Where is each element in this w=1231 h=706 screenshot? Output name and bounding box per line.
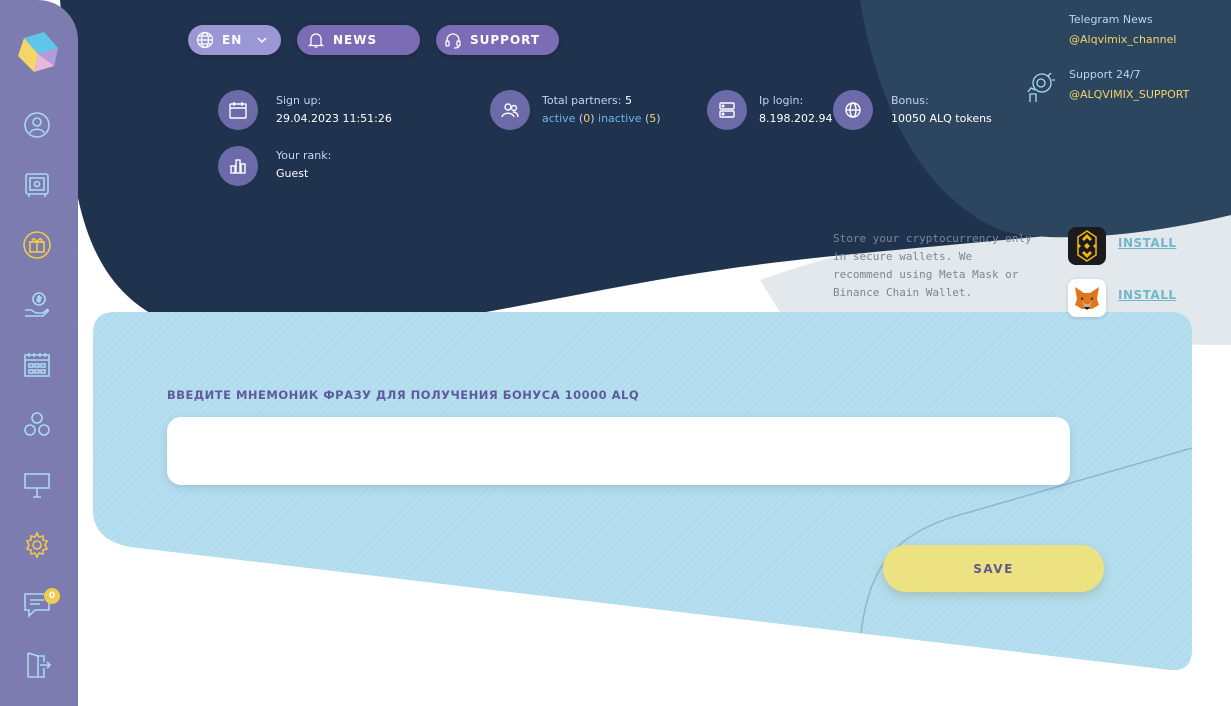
gift-icon[interactable]: [22, 230, 52, 260]
telegram-link[interactable]: @Alqvimix_channel: [1069, 33, 1176, 46]
partners-total: Total partners: 5: [542, 94, 632, 107]
partners-info-icon: [490, 90, 530, 130]
globe-icon: [196, 31, 214, 49]
bonus-value: 10050 ALQ tokens: [891, 112, 992, 125]
partners-breakdown: active (0) inactive (5): [542, 112, 661, 125]
metamask-install-link[interactable]: INSTALL: [1118, 288, 1176, 302]
language-value: EN: [222, 33, 243, 47]
news-label: NEWS: [333, 33, 378, 47]
rank-info-icon: [218, 146, 258, 186]
signup-label: Sign up:: [276, 94, 322, 107]
partners-count: 5: [624, 94, 632, 107]
mnemonic-input[interactable]: [167, 417, 1070, 485]
mnemonic-label: ВВЕДИТЕ МНЕМОНИК ФРАЗУ ДЛЯ ПОЛУЧЕНИЯ БОН…: [167, 388, 640, 402]
binance-wallet-icon: [1068, 227, 1106, 265]
support-link[interactable]: @ALQVIMIX_SUPPORT: [1069, 88, 1189, 101]
partners-label: Total partners:: [542, 94, 622, 107]
news-button[interactable]: NEWS: [297, 25, 420, 55]
signup-value: 29.04.2023 11:51:26: [276, 112, 392, 125]
safe-icon[interactable]: [22, 170, 52, 200]
support-title: Support 24/7: [1069, 68, 1141, 81]
calendar-icon[interactable]: [22, 350, 52, 380]
logout-icon[interactable]: [22, 650, 52, 680]
rank-value: Guest: [276, 167, 309, 180]
dollar-hand-icon[interactable]: [22, 290, 52, 320]
ip-value: 8.198.202.94: [759, 112, 833, 125]
support-agent-icon: [1027, 72, 1055, 102]
rank-label: Your rank:: [276, 149, 332, 162]
telegram-title: Telegram News: [1069, 13, 1153, 26]
globe-info-icon: [833, 90, 873, 130]
bonus-label: Bonus:: [891, 94, 929, 107]
server-info-icon: [707, 90, 747, 130]
active-label: active: [542, 112, 576, 125]
support-button[interactable]: SUPPORT: [436, 25, 559, 55]
user-icon[interactable]: [22, 110, 52, 140]
chevron-down-icon: [257, 37, 267, 44]
team-icon[interactable]: [22, 410, 52, 440]
metamask-wallet-icon: [1068, 279, 1106, 317]
save-button[interactable]: SAVE: [883, 545, 1104, 592]
binance-install-link[interactable]: INSTALL: [1118, 236, 1176, 250]
billboard-icon[interactable]: [22, 470, 52, 500]
language-selector[interactable]: EN: [188, 25, 281, 55]
notification-badge: 0: [44, 588, 60, 604]
gear-icon[interactable]: [22, 530, 52, 560]
ip-label: Ip login:: [759, 94, 804, 107]
bell-icon: [307, 33, 325, 48]
logo-icon[interactable]: [14, 26, 62, 74]
sidebar: 0: [0, 0, 78, 706]
inactive-count: 5: [649, 112, 657, 125]
wallet-note: Store your cryptocurrency only in secure…: [833, 232, 1032, 299]
calendar-info-icon: [218, 90, 258, 130]
headset-icon: [445, 33, 461, 49]
inactive-label: inactive: [598, 112, 642, 125]
active-count: 0: [583, 112, 591, 125]
support-label: SUPPORT: [470, 33, 541, 47]
